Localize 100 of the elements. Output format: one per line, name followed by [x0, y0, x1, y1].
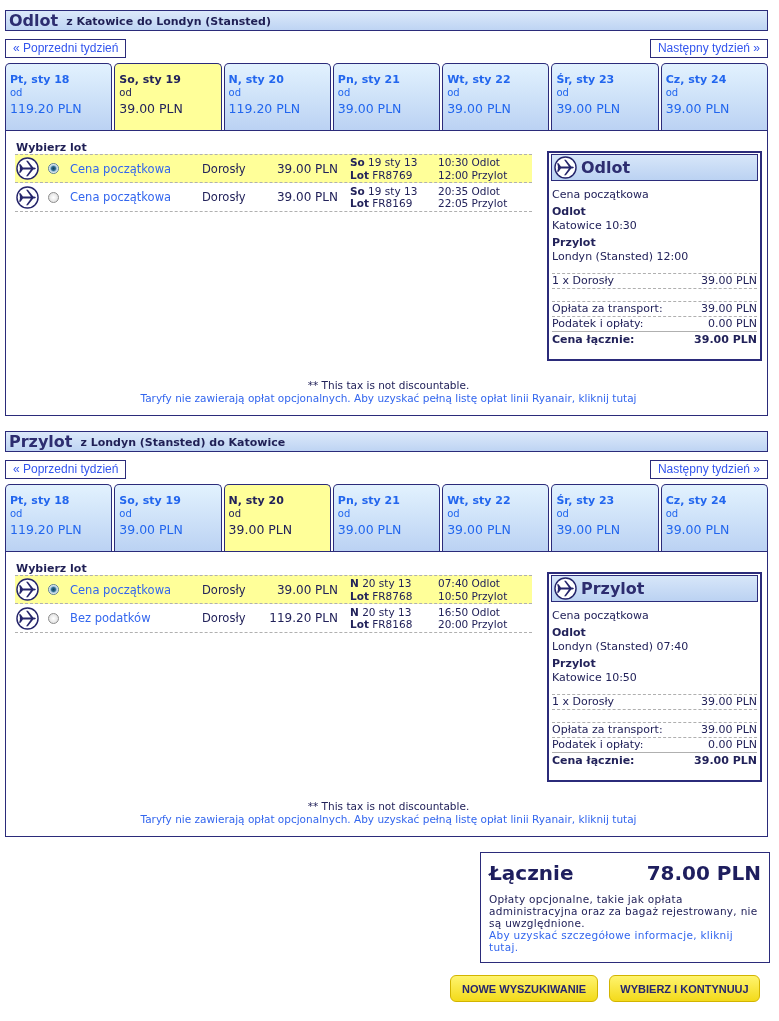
radio-button[interactable]	[48, 191, 59, 203]
line-amount: 39.00 PLN	[701, 695, 757, 709]
section-title: Przylot	[9, 432, 73, 451]
plane-icon	[554, 577, 577, 600]
arrival-label: Przylot	[552, 236, 597, 250]
plane-icon	[16, 606, 39, 630]
departure-time: 20:35 Odlot	[438, 184, 500, 197]
total-amount: 78.00 PLN	[646, 861, 761, 885]
arrival-time: 22:05 Przylot	[438, 197, 508, 210]
departure-time: 16:50 Odlot	[438, 605, 500, 618]
line-label: 1 x Dorosły	[552, 695, 615, 709]
day-tab[interactable]: Pt, sty 18 od 119.20 PLN	[5, 63, 113, 130]
section-title: Odlot	[9, 11, 59, 30]
flight-number: Lot FR8768	[350, 589, 413, 602]
fare-link[interactable]: Cena początkowa	[70, 190, 172, 204]
line-label: 1 x Dorosły	[552, 274, 615, 288]
passenger-type: Dorosły	[202, 190, 246, 204]
flight-date: N 20 sty 13	[350, 577, 412, 590]
fare-name: Cena początkowa	[552, 609, 650, 623]
summary-title: Odlot	[581, 158, 631, 177]
line-amount: 39.00 PLN	[701, 723, 757, 737]
day-tab[interactable]: Pn, sty 21 od 39.00 PLN	[332, 63, 441, 130]
flight-date: So 19 sty 13	[350, 156, 418, 169]
departure-time: 07:40 Odlot	[438, 577, 500, 590]
fare-price: 39.00 PLN	[276, 161, 338, 176]
previous-week-button[interactable]: « Poprzedni tydzień	[5, 460, 127, 479]
day-tab[interactable]: N, sty 20 od 119.20 PLN	[223, 63, 331, 130]
flight-row[interactable]: Cena początkowa Dorosły 39.00 PLN So 19 sty 13 Lot FR8169 20:35 Odlot 22:05 Przylot	[15, 183, 532, 212]
total-label: Łącznie	[489, 861, 574, 885]
plane-icon	[554, 156, 577, 179]
flight-number: Lot FR8769	[350, 168, 413, 181]
flight-date: So 19 sty 13	[350, 184, 418, 197]
fees-link[interactable]: Taryfy nie zawierają opłat opcjonalnych. Aby uzyskać pełną listę opłat linii Ryanair, kliknij tutaj	[140, 392, 637, 404]
new-search-button[interactable]: NOWE WYSZUKIWANIE	[450, 975, 598, 1002]
day-tab[interactable]: Śr, sty 23 od 39.00 PLN	[551, 484, 659, 551]
day-tab[interactable]: Wt, sty 22 od 39.00 PLN	[442, 484, 550, 551]
arrival-info: Katowice 10:50	[552, 671, 638, 685]
day-tab[interactable]: So, sty 19 od 39.00 PLN	[114, 63, 222, 130]
departure-info: Katowice 10:30	[552, 219, 638, 233]
flight-row[interactable]: Cena początkowa Dorosły 39.00 PLN N 20 sty 13 Lot FR8768 07:40 Odlot 10:50 Przylot	[15, 575, 532, 604]
fees-note: Opłaty opcjonalne, takie jak opłata administracyjna oraz za bagaż rejestrowany, nie są uwzględnione.	[489, 893, 759, 929]
line-amount: 0.00 PLN	[708, 738, 757, 752]
arrival-time: 20:00 Przylot	[438, 618, 508, 631]
plane-icon	[16, 578, 39, 601]
day-tab[interactable]: Pn, sty 21 od 39.00 PLN	[332, 484, 441, 551]
day-tab[interactable]: Śr, sty 23 od 39.00 PLN	[551, 63, 659, 130]
flight-number: Lot FR8169	[350, 197, 413, 210]
continue-button[interactable]: WYBIERZ I KONTYNUUJ	[609, 975, 760, 1002]
line-label: Opłata za transport:	[552, 302, 663, 316]
arrival-time: 12:00 Przylot	[438, 168, 508, 181]
flight-number: Lot FR8168	[350, 618, 413, 631]
fare-price: 119.20 PLN	[269, 611, 338, 625]
passenger-type: Dorosły	[202, 611, 246, 625]
radio-button[interactable]	[48, 612, 59, 624]
previous-week-button[interactable]: « Poprzedni tydzień	[5, 39, 127, 58]
summary-title: Przylot	[581, 579, 645, 598]
day-tab[interactable]: Pt, sty 18 od 119.20 PLN	[5, 484, 113, 551]
fare-link[interactable]: Bez podatków	[70, 611, 151, 625]
fare-link[interactable]: Cena początkowa	[70, 582, 172, 597]
arrival-label: Przylot	[552, 657, 597, 671]
line-amount: 39.00 PLN	[701, 302, 757, 316]
line-amount: 39.00 PLN	[694, 754, 757, 768]
day-tab[interactable]: N, sty 20 od 39.00 PLN	[223, 484, 331, 551]
arrival-info: Londyn (Stansted) 12:00	[552, 250, 690, 264]
departure-time: 10:30 Odlot	[438, 156, 500, 169]
flight-date: N 20 sty 13	[350, 605, 412, 618]
fare-link[interactable]: Cena początkowa	[70, 161, 172, 176]
route-text: z Londyn (Stansted) do Katowice	[80, 435, 286, 451]
line-label: Podatek i opłaty:	[552, 738, 644, 752]
details-link[interactable]: Aby uzyskać szczegółowe informacje, kliknij tutaj.	[489, 929, 761, 953]
radio-button[interactable]	[48, 163, 59, 174]
choose-flight-heading: Wybierz lot	[15, 562, 88, 575]
line-label: Cena łącznie:	[552, 754, 635, 768]
flight-row[interactable]: Cena początkowa Dorosły 39.00 PLN So 19 sty 13 Lot FR8769 10:30 Odlot 12:00 Przylot	[15, 154, 532, 183]
fare-price: 39.00 PLN	[276, 190, 338, 204]
departure-info: Londyn (Stansted) 07:40	[552, 640, 690, 654]
line-label: Opłata za transport:	[552, 723, 663, 737]
next-week-button[interactable]: Następny tydzień »	[649, 39, 768, 58]
route-text: z Katowice do Londyn (Stansted)	[66, 14, 271, 30]
passenger-type: Dorosły	[202, 161, 246, 176]
fare-price: 39.00 PLN	[276, 582, 338, 597]
fees-link[interactable]: Taryfy nie zawierają opłat opcjonalnych. Aby uzyskać pełną listę opłat linii Ryanair, kliknij tutaj	[140, 813, 637, 825]
line-label: Cena łącznie:	[552, 333, 635, 347]
tax-note: ** This tax is not discountable.	[307, 379, 470, 391]
radio-button[interactable]	[48, 584, 59, 595]
departure-label: Odlot	[552, 626, 587, 640]
fare-name: Cena początkowa	[552, 188, 650, 202]
next-week-button[interactable]: Następny tydzień »	[649, 460, 768, 479]
day-tab[interactable]: Cz, sty 24 od 39.00 PLN	[660, 484, 768, 551]
passenger-type: Dorosły	[202, 582, 246, 597]
departure-label: Odlot	[552, 205, 587, 219]
line-amount: 0.00 PLN	[708, 317, 757, 331]
flight-row[interactable]: Bez podatków Dorosły 119.20 PLN N 20 sty 13 Lot FR8168 16:50 Odlot 20:00 Przylot	[15, 604, 532, 633]
plane-icon	[16, 185, 39, 209]
plane-icon	[16, 157, 39, 180]
day-tab[interactable]: So, sty 19 od 39.00 PLN	[114, 484, 222, 551]
day-tab[interactable]: Cz, sty 24 od 39.00 PLN	[660, 63, 768, 130]
choose-flight-heading: Wybierz lot	[15, 141, 88, 154]
line-amount: 39.00 PLN	[694, 333, 757, 347]
day-tab[interactable]: Wt, sty 22 od 39.00 PLN	[442, 63, 550, 130]
